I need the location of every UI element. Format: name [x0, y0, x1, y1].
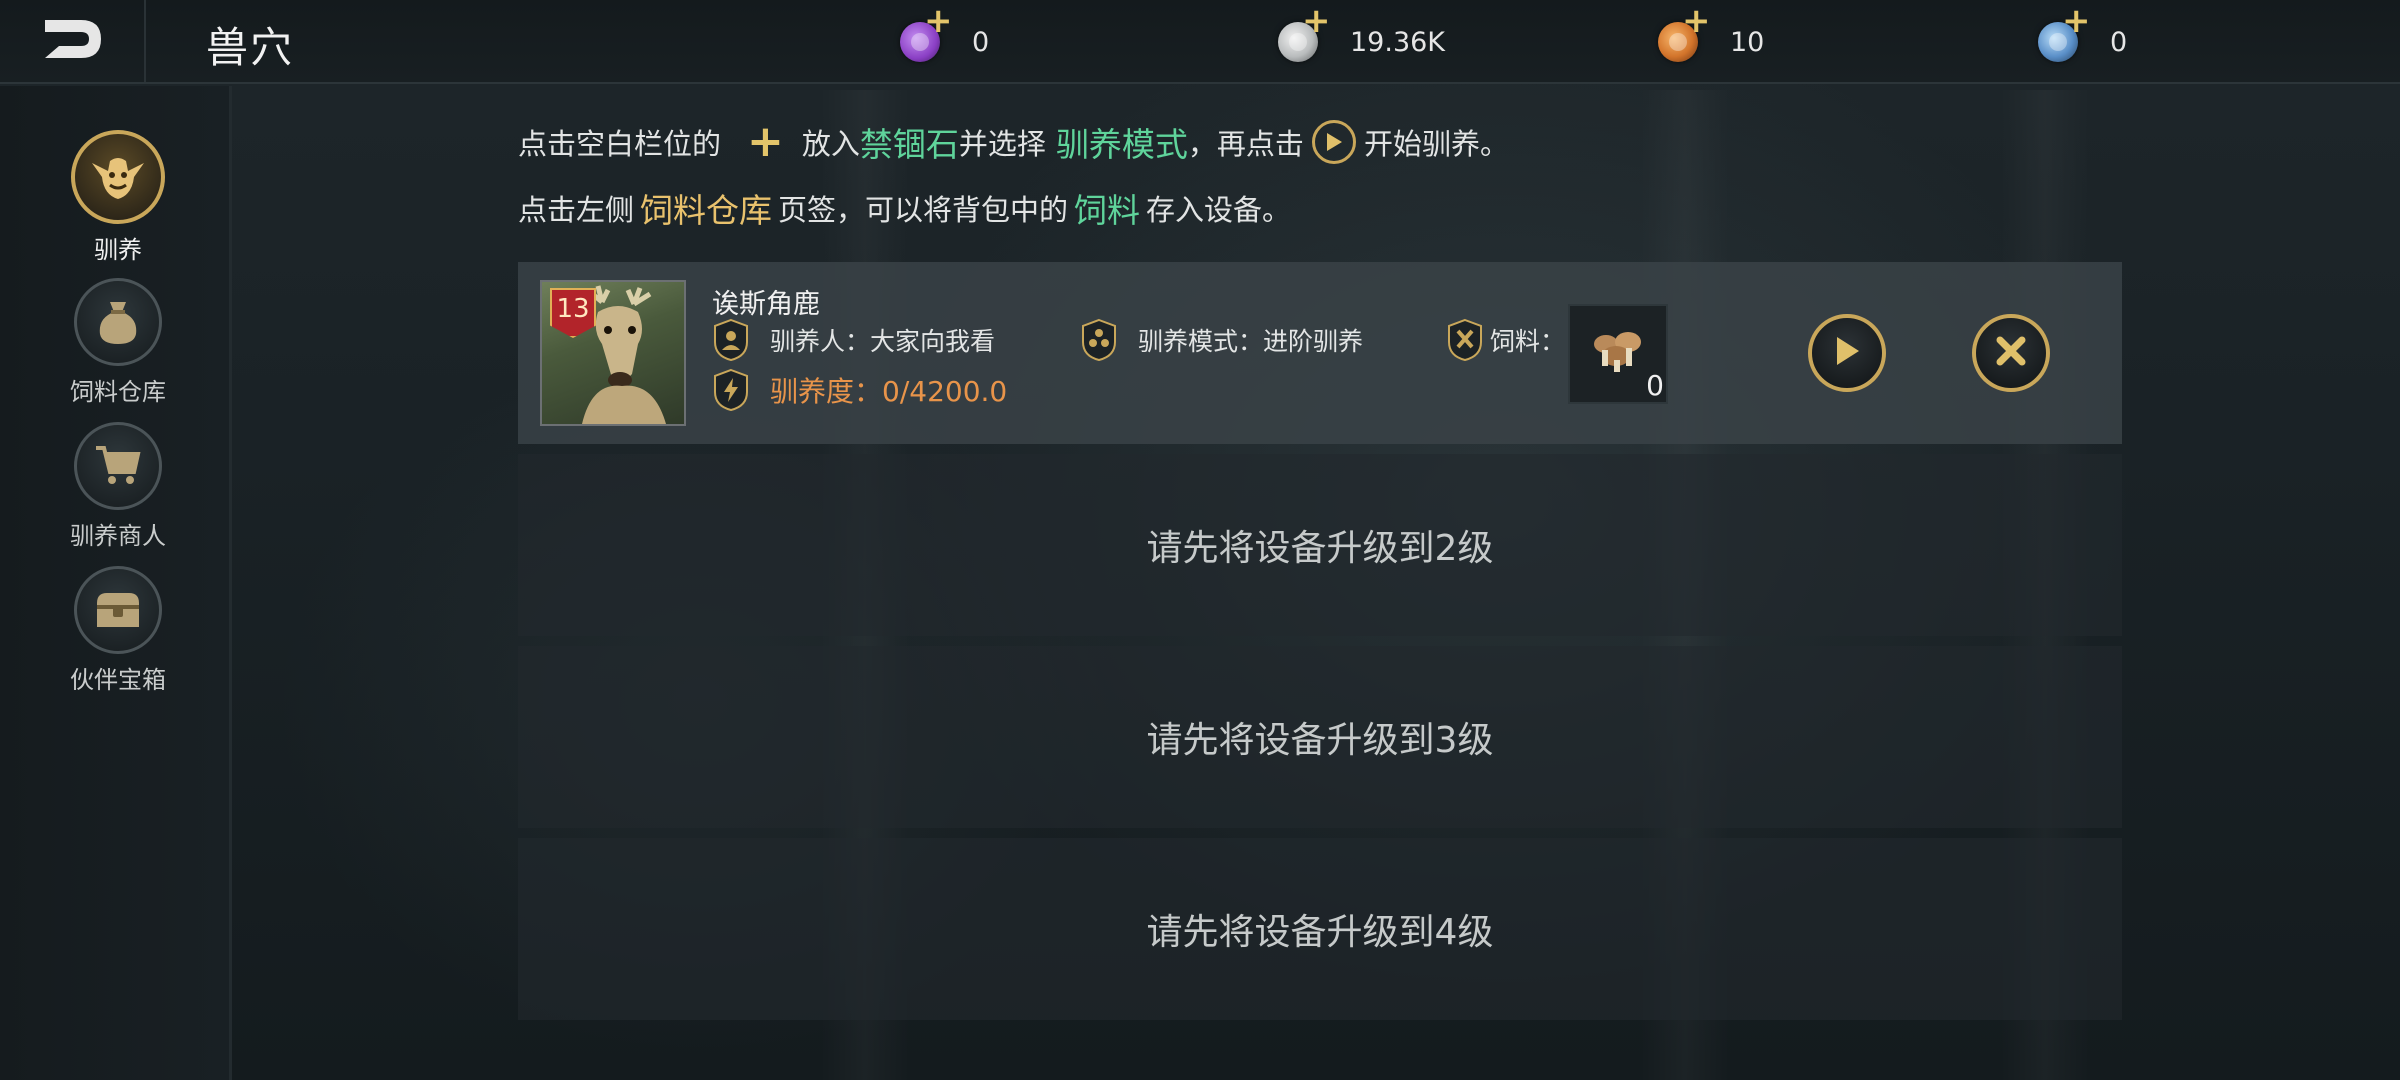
resource-value: 0: [2110, 26, 2128, 58]
mode-stat: 驯养模式：进阶驯养: [1080, 318, 1363, 362]
sidebar-item-label: 伙伴宝箱: [70, 666, 166, 694]
remove-pet-button[interactable]: [1972, 314, 2050, 392]
play-icon: [1311, 120, 1356, 164]
sack-icon: [74, 278, 162, 366]
tamer-stat: 驯养人：大家向我看: [712, 318, 995, 362]
mode-shield-icon: [1080, 318, 1118, 362]
sidebar: 驯养 饲料仓库 驯养商人 伙伴宝箱: [0, 86, 232, 1080]
resource-value: 10: [1730, 26, 1765, 58]
start-taming-button[interactable]: [1808, 314, 1886, 392]
chest-icon: [74, 566, 162, 654]
resource-blue-gem[interactable]: + 0: [2038, 4, 2128, 68]
instruction-text: 开始驯养。: [1363, 127, 1509, 161]
person-shield-icon: [712, 318, 750, 362]
back-button[interactable]: [0, 0, 146, 82]
pet-name: 诶斯角鹿: [712, 289, 820, 320]
locked-slot-4: 请先将设备升级到4级: [518, 838, 2122, 1020]
top-bar: 兽穴 + 0 + 19.36K + 10 + 0: [0, 0, 2400, 84]
instruction-text: 并选择: [958, 127, 1046, 161]
instruction-line-2: 点击左侧 饲料仓库 页签，可以将背包中的 饲料 存入设备。: [518, 184, 1291, 232]
food-shield-icon: [1446, 318, 1484, 362]
instruction-text: 点击空白栏位的: [518, 127, 722, 161]
goblin-icon: [71, 130, 165, 224]
food-label: 饲料：: [1490, 327, 1566, 356]
instruction-text: 存入设备。: [1146, 193, 1292, 227]
mushroom-food-icon: [1594, 332, 1641, 372]
locked-slot-2: 请先将设备升级到2级: [518, 454, 2122, 636]
back-arrow-icon: [37, 14, 107, 68]
tamer-text: 驯养人：大家向我看: [770, 327, 996, 356]
taming-progress-text: 驯养度：0/4200.0: [770, 375, 1008, 408]
add-icon: +: [1302, 1, 1331, 41]
add-icon: +: [924, 1, 953, 41]
resource-orange-gem[interactable]: + 10: [1658, 4, 1765, 68]
add-icon: +: [1682, 1, 1711, 41]
highlight-text: 驯养模式: [1055, 125, 1188, 164]
instruction-text: ，再点击: [1187, 127, 1304, 161]
pet-portrait[interactable]: 13: [540, 280, 686, 426]
food-stat: 饲料：: [1446, 318, 1565, 362]
locked-slot-text: 请先将设备升级到4级: [1146, 912, 1494, 953]
instruction-line-1: 点击空白栏位的 + 放入 禁锢石 并选择 驯养模式 ，再点击 开始驯养。: [518, 118, 1509, 166]
food-slot[interactable]: 0: [1568, 304, 1668, 404]
instruction-text: 放入: [801, 127, 860, 161]
plus-icon: +: [747, 116, 784, 167]
food-count: 0: [1646, 369, 1664, 402]
sidebar-item-label: 饲料仓库: [70, 378, 166, 406]
taming-progress-stat: 驯养度：0/4200.0: [712, 368, 1007, 412]
cart-icon: [74, 422, 162, 510]
instruction-text: 点击左侧: [518, 193, 635, 227]
resource-value: 19.36K: [1350, 26, 1446, 58]
locked-slot-3: 请先将设备升级到3级: [518, 646, 2122, 828]
highlight-text: 饲料仓库: [640, 191, 773, 230]
close-icon: [1994, 334, 2028, 372]
sidebar-item-feed-storage[interactable]: 饲料仓库: [50, 278, 186, 407]
lightning-shield-icon: [712, 368, 750, 412]
instruction-text: 页签，可以将背包中的: [778, 193, 1069, 227]
sidebar-item-taming[interactable]: 驯养: [50, 130, 186, 265]
sidebar-item-merchant[interactable]: 驯养商人: [50, 422, 186, 551]
highlight-text: 禁锢石: [859, 125, 959, 164]
resource-purple-gem[interactable]: + 0: [900, 4, 990, 68]
sidebar-item-label: 驯养: [94, 236, 142, 264]
page-title: 兽穴: [206, 23, 295, 72]
play-icon: [1833, 335, 1861, 371]
locked-slot-text: 请先将设备升级到3级: [1146, 720, 1494, 761]
taming-slot-1: 13 诶斯角鹿 驯养人：大家向我看 驯养度：0/4200.0 驯养模式：进阶驯养…: [518, 262, 2122, 444]
mode-text: 驯养模式：进阶驯养: [1138, 327, 1364, 356]
highlight-text: 饲料: [1074, 191, 1141, 230]
locked-slot-text: 请先将设备升级到2级: [1146, 528, 1494, 569]
sidebar-item-label: 驯养商人: [70, 522, 166, 550]
resource-value: 0: [972, 26, 990, 58]
sidebar-item-partner-chest[interactable]: 伙伴宝箱: [50, 566, 186, 695]
add-icon: +: [2062, 1, 2091, 41]
resource-silver-coin[interactable]: + 19.36K: [1278, 4, 1446, 68]
